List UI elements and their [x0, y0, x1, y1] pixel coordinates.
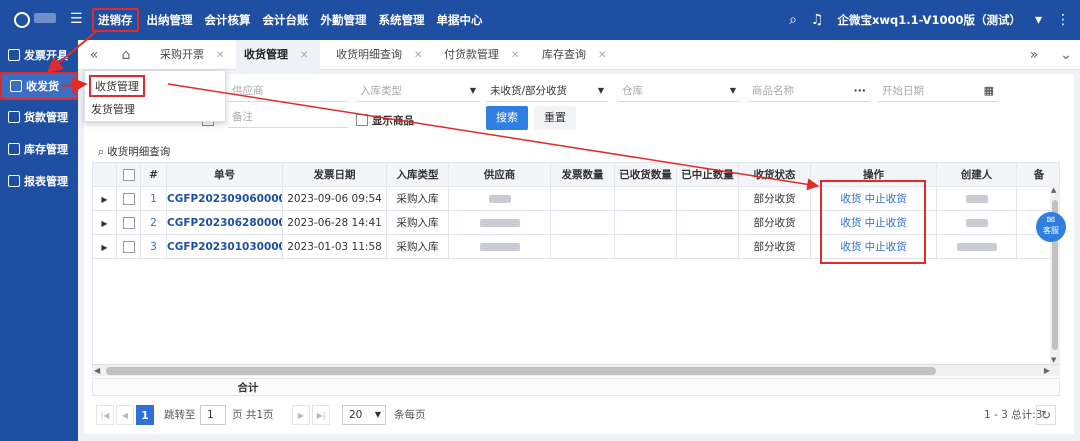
- arrow-sidebar-to-submenu: [61, 77, 88, 94]
- arrow-submenu-to-actions: [167, 83, 820, 191]
- annotation-arrows: [46, 29, 820, 191]
- arrow-nav-to-sidebar: [46, 29, 99, 74]
